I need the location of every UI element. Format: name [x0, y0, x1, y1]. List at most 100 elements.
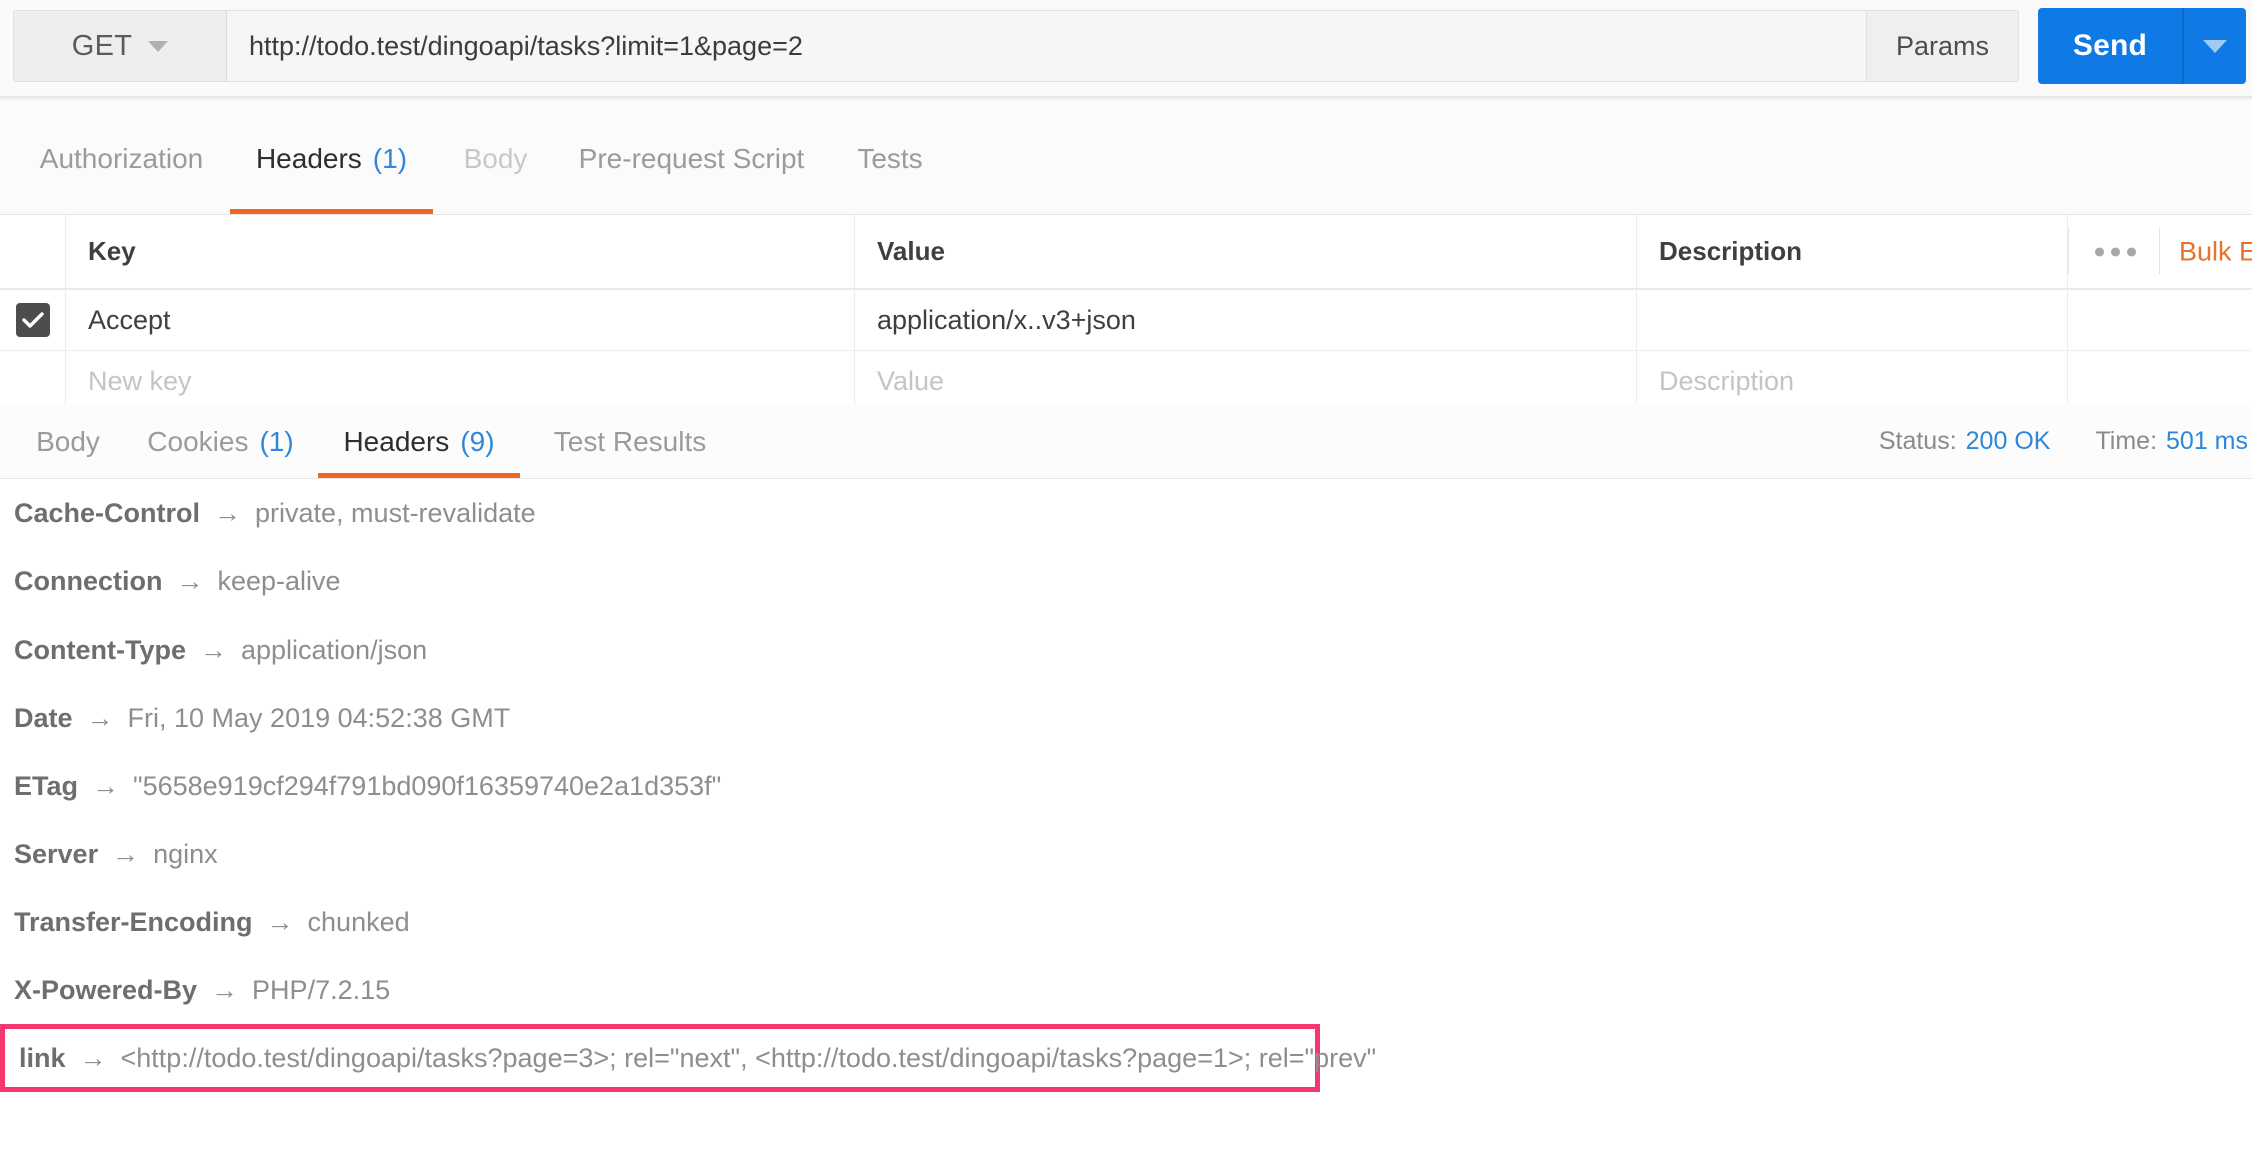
arrow-icon: →: [211, 974, 239, 1005]
response-header-name: Connection: [14, 565, 163, 596]
response-header-name: ETag: [14, 770, 79, 801]
status-badge: Status: 200 OK: [1879, 427, 2051, 456]
response-tab-label: Test Results: [553, 425, 707, 457]
request-tabs-bar: Authorization Headers (1) Body Pre-request S…: [0, 102, 2252, 215]
response-meta: Status: 200 OK Time: 501 ms: [1879, 404, 2252, 479]
tab-label: Authorization: [39, 142, 204, 174]
new-header-value-input[interactable]: Value: [855, 351, 1637, 411]
response-header-row: ETag → "5658e919cf294f791bd090f16359740e2a…: [0, 752, 2252, 820]
response-tab-cookies[interactable]: Cookies (1): [123, 404, 318, 479]
new-header-description-input[interactable]: Description: [1637, 351, 2068, 411]
response-header-row: Content-Type → application/json: [0, 616, 2252, 684]
header-value-input[interactable]: application/x..v3+json: [855, 290, 1637, 350]
response-tab-label: Cookies: [147, 425, 249, 457]
params-button-label: Params: [1895, 30, 1990, 61]
header-description-input[interactable]: [1637, 290, 2068, 350]
header-key-value: Accept: [88, 304, 171, 335]
more-dot: [2127, 247, 2136, 256]
http-method-label: GET: [71, 29, 133, 62]
header-enabled-checkbox[interactable]: [15, 303, 50, 337]
row-checkbox-cell: [0, 290, 66, 350]
arrow-icon: →: [86, 702, 114, 733]
tab-authorization[interactable]: Authorization: [13, 102, 230, 215]
request-headers-table: Key Value Description Bulk Edit: [0, 215, 2252, 412]
postman-request-response-pane: GET http://todo.test/dingoapi/tasks?limi…: [0, 0, 2252, 1152]
header-value-value: application/x..v3+json: [877, 304, 1136, 335]
time-value: 501 ms: [2166, 427, 2248, 455]
response-header-name: Content-Type: [14, 634, 186, 665]
response-header-value: keep-alive: [217, 565, 341, 596]
response-header-value: chunked: [307, 906, 410, 937]
request-url-value: http://todo.test/dingoapi/tasks?limit=1&…: [249, 30, 803, 61]
response-tab-test-results[interactable]: Test Results: [520, 404, 740, 479]
more-horizontal-icon[interactable]: [2095, 247, 2136, 256]
time-label: Time:: [2095, 427, 2158, 455]
response-header-row: Date → Fri, 10 May 2019 04:52:38 GMT: [0, 684, 2252, 752]
table-row-new: New key Value Description: [0, 351, 2252, 412]
url-bar-inner: GET http://todo.test/dingoapi/tasks?limi…: [13, 10, 2010, 82]
response-tab-label: Body: [36, 425, 100, 457]
arrow-icon: →: [176, 565, 204, 596]
send-options-button[interactable]: [2184, 8, 2246, 84]
status-label: Status:: [1878, 427, 1957, 455]
header-key-input[interactable]: Accept: [66, 290, 855, 350]
time-badge: Time: 501 ms: [2095, 427, 2248, 456]
response-tab-count: (9): [460, 425, 495, 457]
actions-divider-right: [2159, 228, 2160, 274]
bulk-edit-link[interactable]: Bulk Edit: [2179, 236, 2252, 267]
response-tab-label: Headers: [343, 425, 450, 457]
response-tab-count: (1): [259, 425, 294, 457]
tab-label: Body: [463, 142, 528, 174]
tab-count: (1): [372, 142, 408, 174]
tab-label: Headers: [255, 142, 362, 174]
response-header-value: <http://todo.test/dingoapi/tasks?page=3>…: [120, 1042, 1377, 1073]
table-row: Accept application/x..v3+json: [0, 290, 2252, 351]
tab-body[interactable]: Body: [433, 102, 558, 215]
new-header-key-placeholder: New key: [88, 365, 192, 396]
response-header-value: Fri, 10 May 2019 04:52:38 GMT: [127, 702, 511, 733]
response-header-row: Transfer-Encoding → chunked: [0, 888, 2252, 956]
response-header-name: Server: [14, 838, 99, 869]
response-header-name: link: [19, 1042, 66, 1073]
response-header-name: Transfer-Encoding: [14, 906, 253, 937]
response-tab-body[interactable]: Body: [13, 404, 123, 479]
more-dot: [2095, 247, 2104, 256]
tab-headers[interactable]: Headers (1): [230, 102, 433, 215]
arrow-icon: →: [214, 497, 242, 528]
http-method-selector[interactable]: GET: [13, 10, 227, 82]
new-row-checkbox-cell: [0, 351, 66, 411]
tab-pre-request-script[interactable]: Pre-request Script: [558, 102, 825, 215]
send-button[interactable]: Send: [2038, 8, 2182, 84]
column-header-key-label: Key: [88, 236, 136, 266]
table-actions: Bulk Edit: [2068, 215, 2252, 288]
arrow-icon: →: [92, 770, 120, 801]
table-header-row: Key Value Description Bulk Edit: [0, 215, 2252, 290]
arrow-icon: →: [112, 838, 140, 869]
response-header-name: X-Powered-By: [14, 974, 198, 1005]
new-row-actions: [2068, 351, 2252, 411]
response-header-row: Cache-Control → private, must-revalidate: [0, 479, 2252, 547]
response-header-row: Server → nginx: [0, 820, 2252, 888]
arrow-icon: →: [266, 906, 294, 937]
response-header-row: X-Powered-By → PHP/7.2.15: [0, 956, 2252, 1024]
column-header-value-label: Value: [877, 236, 945, 266]
tab-tests[interactable]: Tests: [825, 102, 955, 215]
request-url-bar: GET http://todo.test/dingoapi/tasks?limi…: [0, 0, 2252, 96]
new-header-description-placeholder: Description: [1659, 365, 1795, 396]
send-button-label: Send: [2072, 29, 2148, 62]
status-value: 200 OK: [1965, 427, 2051, 455]
params-button[interactable]: Params: [1866, 10, 2019, 82]
header-cell-checkbox: [0, 215, 66, 288]
response-header-value: "5658e919cf294f791bd090f16359740e2a1d353…: [133, 770, 722, 801]
tab-label: Tests: [857, 142, 923, 174]
send-button-group: Send: [2038, 8, 2246, 84]
response-headers-list: Cache-Control → private, must-revalidate Co…: [0, 479, 2252, 1152]
response-header-row-highlighted: link → <http://todo.test/dingoapi/tasks?pa…: [0, 1024, 1376, 1092]
new-header-key-input[interactable]: New key: [66, 351, 855, 411]
response-header-name: Date: [14, 702, 73, 733]
response-tab-headers[interactable]: Headers (9): [318, 404, 520, 479]
response-tabs-bar: Body Cookies (1) Headers (9) Test Results Sta…: [0, 404, 2252, 479]
column-header-value: Value: [855, 215, 1637, 288]
request-url-input[interactable]: http://todo.test/dingoapi/tasks?limit=1&…: [227, 10, 2010, 82]
response-header-value: PHP/7.2.15: [252, 974, 391, 1005]
